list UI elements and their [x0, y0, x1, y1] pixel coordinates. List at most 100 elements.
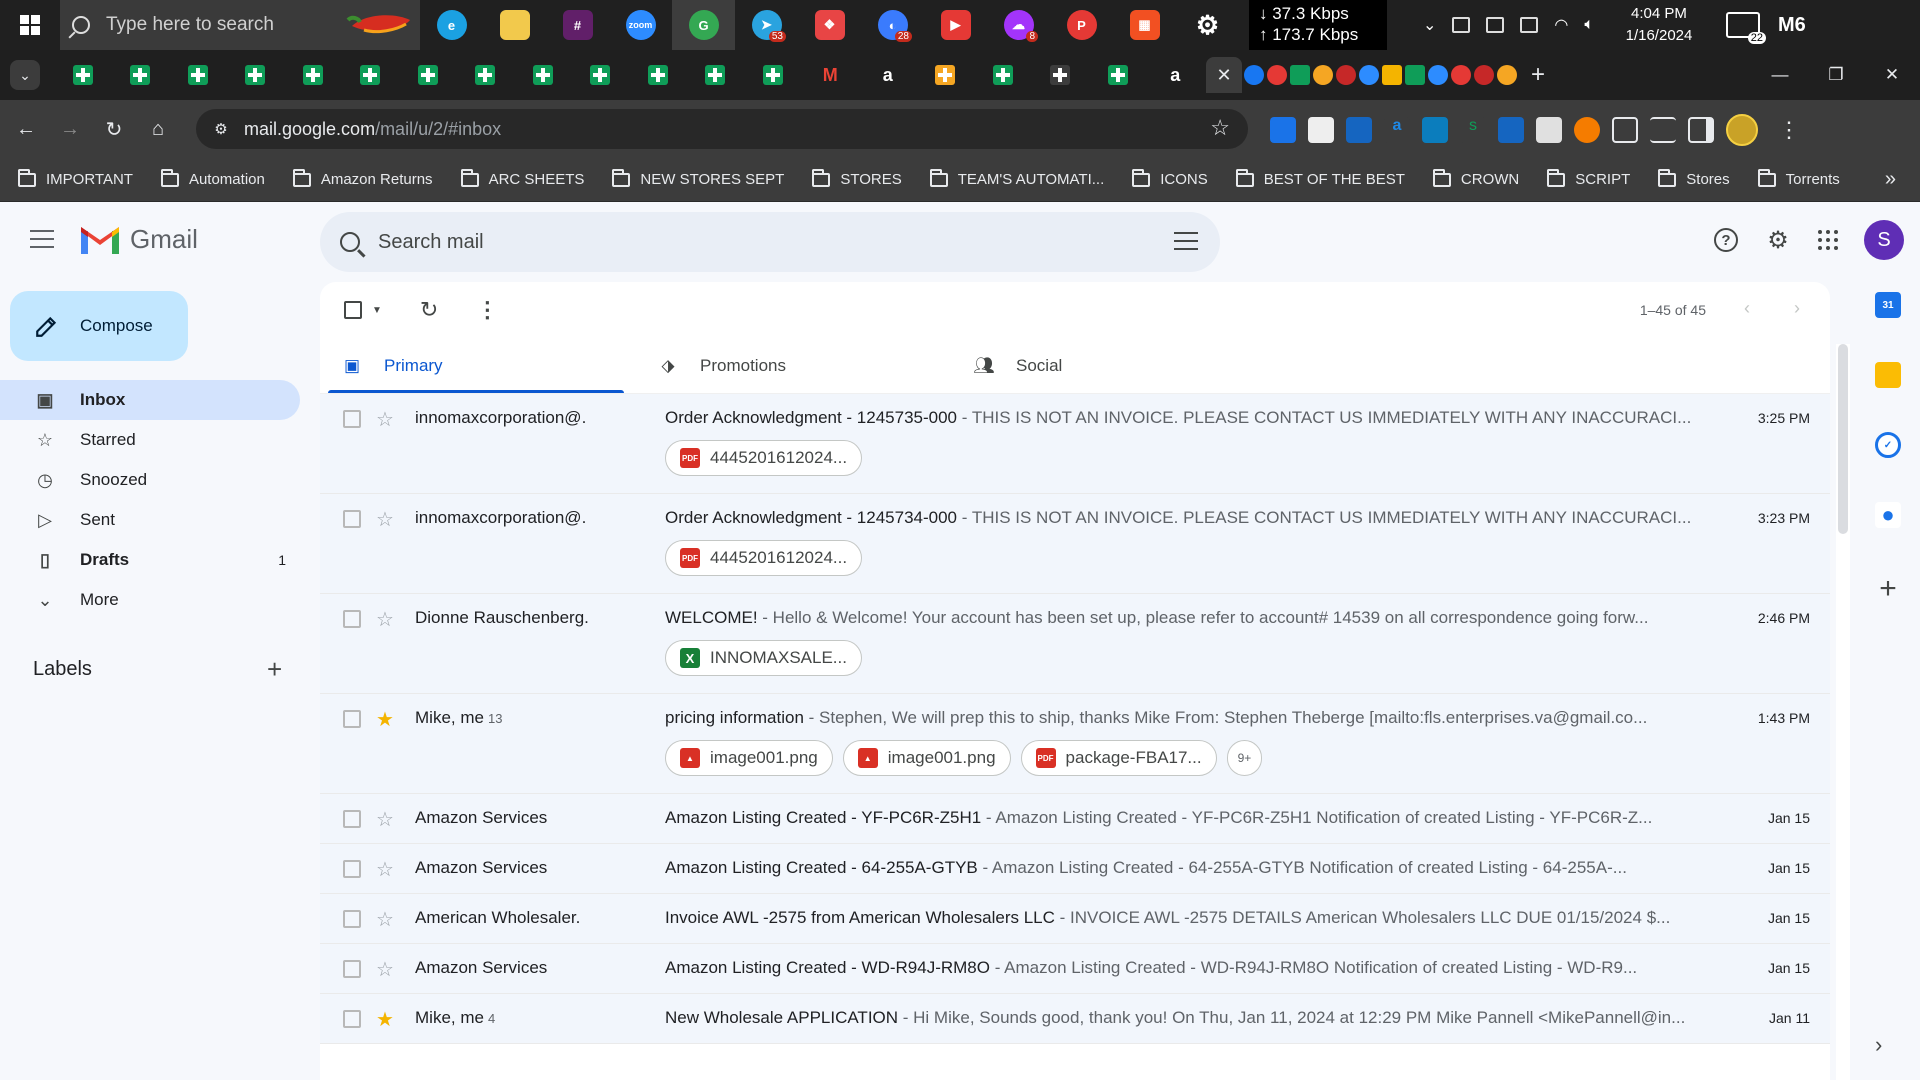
pinned-tab[interactable]: [917, 58, 975, 92]
email-row[interactable]: ☆ innomaxcorporation@. Order Acknowledgmen…: [320, 394, 1830, 494]
attachment-chip[interactable]: ▲ image001.png: [665, 740, 833, 776]
search-icon[interactable]: [340, 232, 360, 252]
attachment-chip[interactable]: ▲ image001.png: [842, 740, 1011, 776]
home-icon[interactable]: ⌂: [140, 111, 176, 147]
extension-notes-icon[interactable]: [1536, 117, 1562, 143]
google-apps-icon[interactable]: [1818, 230, 1838, 250]
reload-icon[interactable]: ↻: [96, 111, 132, 147]
row-checkbox[interactable]: [343, 810, 361, 828]
row-checkbox[interactable]: [343, 860, 361, 878]
pinned-tab[interactable]: [572, 58, 630, 92]
bookmark-folder[interactable]: CROWN: [1432, 168, 1519, 188]
bookmark-folder[interactable]: Amazon Returns: [292, 168, 433, 188]
taskbar-app[interactable]: ☁ 8: [987, 0, 1050, 50]
tasks-icon[interactable]: ✓: [1875, 432, 1901, 458]
pinned-tab[interactable]: [744, 58, 802, 92]
tab-flag2-icon[interactable]: [1474, 65, 1494, 85]
pinned-tab[interactable]: [54, 58, 112, 92]
prev-page-icon[interactable]: ‹: [1744, 298, 1750, 319]
pinned-tab[interactable]: [342, 58, 400, 92]
more-attachments-chip[interactable]: 9+: [1226, 740, 1263, 776]
taskbar-app[interactable]: ❖: [798, 0, 861, 50]
keep-icon[interactable]: [1875, 362, 1901, 388]
get-addons-icon[interactable]: +: [1860, 572, 1916, 606]
search-options-icon[interactable]: [1174, 232, 1198, 252]
pinned-tab[interactable]: [974, 58, 1032, 92]
pinned-tab[interactable]: [514, 58, 572, 92]
display-icon[interactable]: [1486, 17, 1505, 33]
row-checkbox[interactable]: [343, 1010, 361, 1028]
taskbar-app[interactable]: ➤ 53: [735, 0, 798, 50]
taskbar-app[interactable]: ◐ 28: [861, 0, 924, 50]
refresh-icon[interactable]: ↻: [420, 297, 438, 323]
email-row[interactable]: ☆ Dionne Rauschenberg. WELCOME! - Hello & …: [320, 594, 1830, 694]
email-row[interactable]: ☆ Amazon Services Amazon Listing Created -…: [320, 794, 1830, 844]
attachment-chip[interactable]: PDF 4445201612024...: [665, 540, 863, 576]
pinned-tab[interactable]: a: [859, 58, 917, 92]
row-checkbox[interactable]: [343, 710, 361, 728]
row-checkbox[interactable]: [343, 910, 361, 928]
taskbar-app[interactable]: e: [420, 0, 483, 50]
settings-gear-icon[interactable]: ⚙: [1764, 226, 1792, 254]
nav-item-more[interactable]: ⌄ More: [0, 580, 300, 620]
extension-s-icon[interactable]: s: [1460, 117, 1486, 143]
tab-tool-icon[interactable]: [1313, 65, 1333, 85]
wifi-icon[interactable]: ◠: [1554, 15, 1568, 35]
nav-item-starred[interactable]: ☆ Starred: [0, 420, 300, 460]
row-checkbox[interactable]: [343, 610, 361, 628]
taskbar-search[interactable]: Type here to search: [60, 0, 420, 50]
amazon-extension-icon[interactable]: a: [1384, 117, 1410, 143]
tab-zoom2-icon[interactable]: [1428, 65, 1448, 85]
taskbar-app[interactable]: ▶: [924, 0, 987, 50]
bookmark-folder[interactable]: Stores: [1658, 168, 1730, 188]
restore-icon[interactable]: ❐: [1808, 50, 1864, 100]
volume-icon[interactable]: 🔈︎: [1584, 16, 1594, 34]
tab-promotions[interactable]: ⬗ Promotions: [636, 338, 952, 393]
windows-start-button[interactable]: [0, 0, 60, 50]
bookmarks-overflow-icon[interactable]: »: [1885, 168, 1896, 191]
star-icon[interactable]: ★: [376, 1007, 394, 1032]
tab-ups-icon[interactable]: [1382, 65, 1402, 85]
bookmark-folder[interactable]: Automation: [160, 168, 265, 188]
tab-primary[interactable]: ▣ Primary: [320, 338, 636, 393]
star-icon[interactable]: ☆: [376, 607, 394, 632]
email-row[interactable]: ☆ Amazon Services Amazon Listing Created -…: [320, 944, 1830, 994]
pinned-tab[interactable]: [687, 58, 745, 92]
bookmark-star-icon[interactable]: ☆: [1210, 115, 1230, 141]
side-panel-icon[interactable]: [1688, 117, 1714, 143]
mail-search-bar[interactable]: Search mail: [320, 212, 1220, 272]
compose-button[interactable]: Compose: [10, 291, 188, 361]
site-info-icon[interactable]: ⚙: [210, 118, 232, 140]
bookmark-folder[interactable]: ICONS: [1132, 168, 1208, 188]
extension-chart-icon[interactable]: [1498, 117, 1524, 143]
email-row[interactable]: ☆ American Wholesaler. Invoice AWL -2575 f…: [320, 894, 1830, 944]
select-dropdown-icon[interactable]: ▼: [372, 305, 382, 316]
more-options-icon[interactable]: ⋮: [476, 297, 498, 323]
pinned-tab[interactable]: [1089, 58, 1147, 92]
bookmark-folder[interactable]: IMPORTANT: [18, 168, 133, 188]
calendar-icon[interactable]: 31: [1875, 292, 1901, 318]
scrollbar-thumb[interactable]: [1838, 344, 1848, 534]
email-row[interactable]: ★ Mike, me 4 New Wholesale APPLICATION - Hi…: [320, 994, 1830, 1044]
taskbar-clock[interactable]: 4:04 PM 1/16/2024: [1614, 3, 1704, 47]
star-icon[interactable]: ☆: [376, 857, 394, 882]
pinned-tab[interactable]: [112, 58, 170, 92]
bookmark-folder[interactable]: BEST OF THE BEST: [1235, 168, 1405, 188]
extension-2-icon[interactable]: [1308, 117, 1334, 143]
tab-sheets-icon[interactable]: [1290, 65, 1310, 85]
bookmark-folder[interactable]: STORES: [812, 168, 902, 188]
forward-icon[interactable]: →: [52, 111, 88, 147]
attachment-chip[interactable]: PDF package-FBA17...: [1020, 740, 1217, 776]
nav-item-drafts[interactable]: ▯ Drafts 1: [0, 540, 300, 580]
pinned-tab[interactable]: [169, 58, 227, 92]
pinned-tab[interactable]: M: [802, 58, 860, 92]
pinned-tab[interactable]: [1032, 58, 1090, 92]
email-row[interactable]: ★ Mike, me 13 pricing information - Stephen…: [320, 694, 1830, 794]
media-control-icon[interactable]: [1650, 117, 1676, 143]
star-icon[interactable]: ☆: [376, 807, 394, 832]
tray-app-label[interactable]: M6: [1778, 14, 1806, 37]
star-icon[interactable]: ☆: [376, 407, 394, 432]
pinned-tab[interactable]: [629, 58, 687, 92]
extension-3-icon[interactable]: [1346, 117, 1372, 143]
pinned-tab[interactable]: [284, 58, 342, 92]
